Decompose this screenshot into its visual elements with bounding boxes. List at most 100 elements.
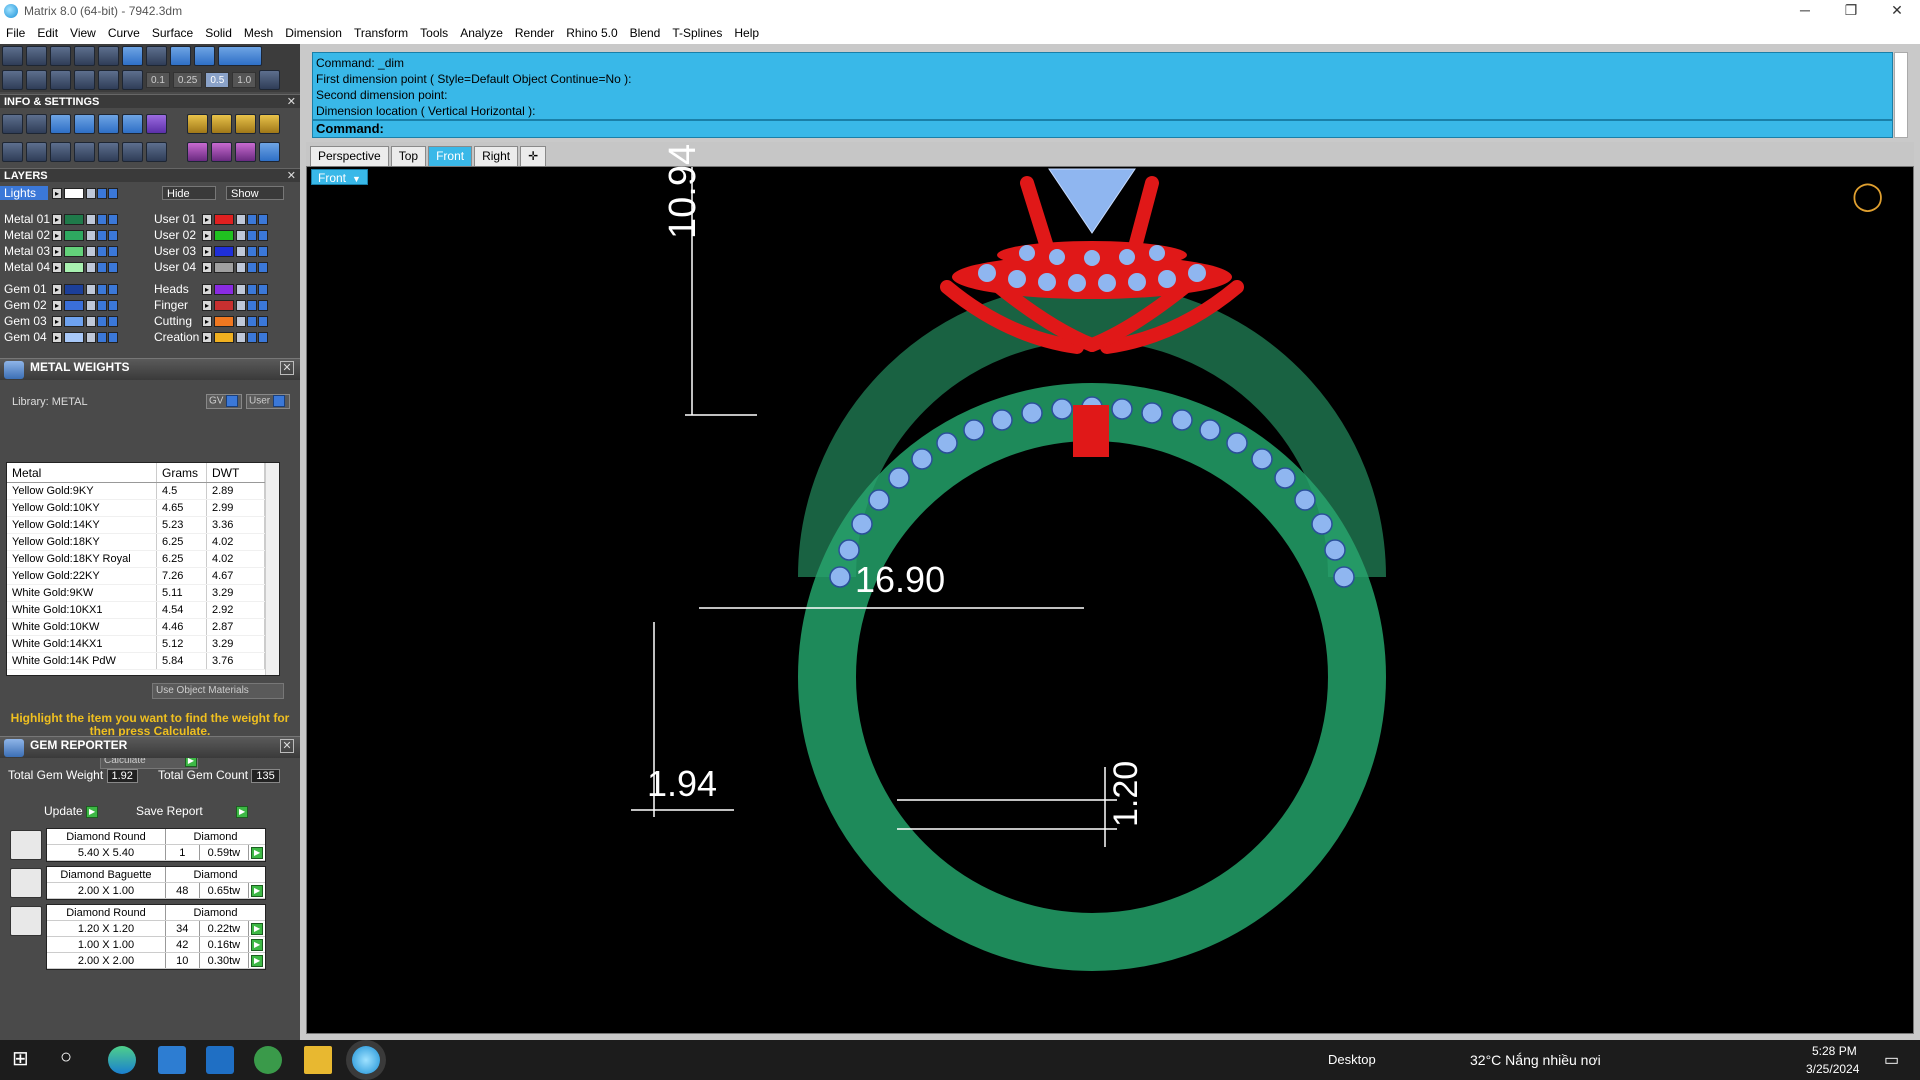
file-explorer-icon[interactable] <box>304 1046 332 1074</box>
baguette-gem-icon[interactable] <box>10 868 42 898</box>
table-row[interactable]: White Gold:14KX1 5.12 3.29 <box>7 636 279 653</box>
visibility-icon[interactable] <box>108 245 118 257</box>
update-button[interactable]: Update ▶ <box>44 804 99 818</box>
visibility-icon[interactable] <box>97 229 107 241</box>
visibility-icon[interactable] <box>258 229 268 241</box>
layer-color-swatch[interactable] <box>214 283 234 295</box>
visibility-icon[interactable] <box>97 283 107 295</box>
expand-arrow-icon[interactable]: ▸ <box>202 245 212 257</box>
tool-button[interactable] <box>259 142 280 162</box>
add-viewport-icon[interactable]: ✛ <box>520 146 547 166</box>
table-row[interactable]: White Gold:10KX1 4.54 2.92 <box>7 602 279 619</box>
notification-icon[interactable]: ▭ <box>1884 1050 1899 1070</box>
table-row[interactable]: Yellow Gold:9KY 4.5 2.89 <box>7 483 279 500</box>
visibility-icon[interactable] <box>258 213 268 225</box>
layer-name[interactable]: User 04 <box>150 260 202 274</box>
snap-0.1[interactable]: 0.1 <box>146 72 170 88</box>
layer-color-swatch[interactable] <box>64 299 84 311</box>
table-row[interactable]: Yellow Gold:14KY 5.23 3.36 <box>7 517 279 534</box>
expand-arrow-icon[interactable]: ▸ <box>52 283 62 295</box>
lock-icon[interactable] <box>86 187 96 199</box>
menu-curve[interactable]: Curve <box>108 26 140 40</box>
select-gems-button[interactable]: ▶ <box>251 922 264 935</box>
layer-color-swatch[interactable] <box>214 261 234 273</box>
tool-button[interactable] <box>146 142 167 162</box>
clock-time[interactable]: 5:28 PM <box>1812 1044 1857 1058</box>
layer-name[interactable]: Cutting <box>150 314 202 328</box>
layer-color-swatch[interactable] <box>214 331 234 343</box>
close-button[interactable]: ✕ <box>1874 0 1920 22</box>
visibility-icon[interactable] <box>97 299 107 311</box>
table-row[interactable]: White Gold:14K PdW 5.84 3.76 <box>7 653 279 670</box>
tool-button[interactable] <box>122 46 143 66</box>
command-scrollbar[interactable] <box>1894 52 1908 138</box>
tool-button[interactable] <box>74 142 95 162</box>
layer-name[interactable]: Gem 02 <box>0 298 52 312</box>
ring-view-icon[interactable]: ◯ <box>1852 179 1883 212</box>
layer-color-swatch[interactable] <box>64 245 84 257</box>
visibility-icon[interactable] <box>258 245 268 257</box>
visibility-icon[interactable] <box>258 283 268 295</box>
desktop-label[interactable]: Desktop <box>1328 1052 1376 1067</box>
layer-color-swatch[interactable] <box>214 229 234 241</box>
layer-name[interactable]: Creation <box>150 330 202 344</box>
layer-color-swatch[interactable] <box>64 261 84 273</box>
close-icon[interactable]: ✕ <box>280 739 294 753</box>
lock-icon[interactable] <box>236 331 246 343</box>
lock-icon[interactable] <box>236 245 246 257</box>
round-gem-icon[interactable] <box>10 906 42 936</box>
search-icon[interactable] <box>26 114 47 134</box>
menu-mesh[interactable]: Mesh <box>244 26 273 40</box>
visibility-icon[interactable] <box>108 283 118 295</box>
restore-button[interactable]: ❐ <box>1828 0 1874 22</box>
layer-name[interactable]: Gem 04 <box>0 330 52 344</box>
visibility-icon[interactable] <box>108 187 118 199</box>
tool-button[interactable] <box>170 46 191 66</box>
visibility-icon[interactable] <box>108 261 118 273</box>
layer-name[interactable]: Metal 02 <box>0 228 52 242</box>
tool-button[interactable] <box>122 142 143 162</box>
visibility-icon[interactable] <box>97 315 107 327</box>
layer-name[interactable]: Finger <box>150 298 202 312</box>
weather-widget[interactable]: 32°C Nắng nhiều nơi <box>1470 1052 1601 1068</box>
menu-dimension[interactable]: Dimension <box>285 26 342 40</box>
app-icon[interactable] <box>254 1046 282 1074</box>
tool-button[interactable] <box>235 114 256 134</box>
layer-name[interactable]: Metal 03 <box>0 244 52 258</box>
tab-top[interactable]: Top <box>390 146 427 166</box>
layer-name[interactable]: Heads <box>150 282 202 296</box>
expand-arrow-icon[interactable]: ▸ <box>52 261 62 273</box>
lock-icon[interactable] <box>236 299 246 311</box>
visibility-icon[interactable] <box>108 299 118 311</box>
layer-name[interactable]: Gem 03 <box>0 314 52 328</box>
select-gems-button[interactable]: ▶ <box>251 846 264 859</box>
layer-color-swatch[interactable] <box>214 299 234 311</box>
visibility-icon[interactable] <box>108 315 118 327</box>
expand-arrow-icon[interactable]: ▸ <box>52 187 62 199</box>
visibility-icon[interactable] <box>247 245 257 257</box>
layer-name[interactable]: Gem 01 <box>0 282 52 296</box>
lock-icon[interactable] <box>86 213 96 225</box>
menu-tools[interactable]: Tools <box>420 26 448 40</box>
lock-icon[interactable] <box>86 283 96 295</box>
snap-1.0[interactable]: 1.0 <box>232 72 257 88</box>
table-scrollbar[interactable] <box>265 463 279 675</box>
visibility-icon[interactable] <box>97 331 107 343</box>
tool-button[interactable] <box>98 70 119 90</box>
layer-color-swatch[interactable] <box>214 245 234 257</box>
tool-button[interactable] <box>235 142 256 162</box>
command-input[interactable]: Command: <box>312 120 1893 138</box>
layer-name[interactable]: Metal 04 <box>0 260 52 274</box>
matrix-taskbar-icon[interactable] <box>352 1046 380 1074</box>
snap-0.25[interactable]: 0.25 <box>172 72 203 88</box>
tool-button[interactable] <box>98 46 119 66</box>
visibility-icon[interactable] <box>247 283 257 295</box>
user-toggle[interactable]: User <box>246 394 290 409</box>
column-dwt[interactable]: DWT <box>207 463 265 482</box>
front-viewport[interactable]: Front ▼ 10.94 16.90 1.94 1.20 ◯ <box>306 144 1914 1034</box>
lights-label[interactable]: Lights <box>0 186 48 200</box>
layer-name[interactable]: User 02 <box>150 228 202 242</box>
visibility-icon[interactable] <box>247 315 257 327</box>
menu-tsplines[interactable]: T-Splines <box>672 26 722 40</box>
layer-color-swatch[interactable] <box>214 213 234 225</box>
